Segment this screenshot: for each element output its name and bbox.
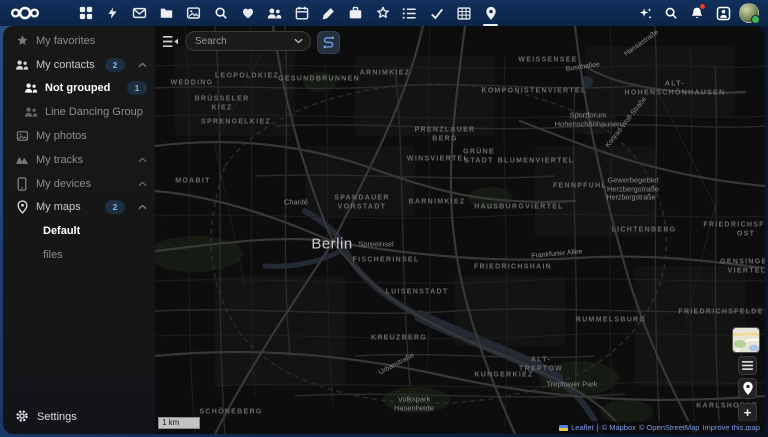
counter-badge: 1 [127,81,147,95]
top-header-bar [0,0,768,26]
search-input[interactable] [193,35,290,48]
tables-icon[interactable] [450,0,477,26]
sidebar-item-label: Not grouped [45,82,110,94]
zoom-in-button[interactable]: + [738,403,757,422]
app-content: My favorites My contacts 2 Not grouped 1… [3,26,765,434]
leaflet-flag-icon [559,425,568,431]
sidebar-item-my-photos[interactable]: My photos [3,124,155,148]
status-online-dot [751,15,760,24]
assistant-sparkles-icon[interactable] [632,0,658,26]
sidebar-item-label: My favorites [36,35,95,47]
chevron-up-icon[interactable] [138,157,147,163]
leaflet-link[interactable]: Leaflet [571,423,594,432]
tasks-check-icon[interactable] [423,0,450,26]
sidebar-item-my-maps[interactable]: My maps 2 [3,196,155,220]
contacts-icon [24,105,38,119]
sidebar-item-my-devices[interactable]: My devices [3,172,155,196]
collectives-icon[interactable] [369,0,396,26]
contacts-app-icon[interactable] [261,0,288,26]
sidebar-item-my-tracks[interactable]: My tracks [3,148,155,172]
sidebar-toggle-icon[interactable] [162,34,180,50]
files-icon[interactable] [153,0,180,26]
osm-link[interactable]: © OpenStreetMap [639,423,700,432]
improve-map-link[interactable]: Improve this map [702,423,760,432]
tracks-icon [15,153,29,167]
map-canvas[interactable]: BerlinWEDDINGLEOPOLDKIEZGESUNDBRUNNENARN… [155,26,765,434]
calendar-icon[interactable] [288,0,315,26]
notifications-bell-icon[interactable] [684,0,710,26]
photos-icon [15,129,29,143]
menu-list-icon [742,361,753,370]
contacts-icon [15,58,29,72]
sidebar-item-label: files [43,249,63,261]
sidebar-item-label: My devices [36,178,91,190]
sidebar-item-my-favorites[interactable]: My favorites [3,29,155,53]
sidebar-item-files-map[interactable]: files [3,243,155,267]
chevron-up-icon[interactable] [138,204,147,210]
heart-icon[interactable] [234,0,261,26]
attribution-separator: | [597,423,599,432]
map-menu-button[interactable] [738,356,757,375]
map-scale-bar: 1 km [158,417,200,429]
chevron-down-icon[interactable] [294,38,303,44]
notification-dot [700,4,705,9]
activity-icon[interactable] [99,0,126,26]
sidebar-item-label: My contacts [36,59,95,71]
header-right-strip [632,0,762,26]
counter-badge: 2 [105,58,125,72]
list-icon[interactable] [396,0,423,26]
maps-icon[interactable] [477,0,504,26]
sidebar-item-label: Line Dancing Group [45,106,143,118]
sidebar-item-not-grouped[interactable]: Not grouped 1 [3,77,155,101]
sidebar-item-line-dancing-group[interactable]: Line Dancing Group [3,100,155,124]
nextcloud-logo[interactable] [10,5,40,21]
contacts-menu-icon[interactable] [710,0,736,26]
notes-icon[interactable] [315,0,342,26]
sidebar-spacer [3,267,155,400]
map-tiles [155,26,765,434]
dashboard-icon[interactable] [72,0,99,26]
sidebar-item-label: My photos [36,130,87,142]
map-search-box [185,31,311,51]
unified-search-icon[interactable] [658,0,684,26]
chevron-up-icon[interactable] [138,181,147,187]
sidebar-item-my-contacts[interactable]: My contacts 2 [3,53,155,77]
mail-icon[interactable] [126,0,153,26]
app-navigation-strip [72,0,504,26]
locate-me-button[interactable] [738,378,757,399]
user-avatar[interactable] [736,0,762,26]
photos-icon[interactable] [180,0,207,26]
settings-label: Settings [37,411,77,423]
maps-sidebar: My favorites My contacts 2 Not grouped 1… [3,26,155,434]
sidebar-item-label: Default [43,225,80,237]
sidebar-item-label: My tracks [36,154,83,166]
sidebar-item-default-map[interactable]: Default [3,219,155,243]
gear-icon [15,409,29,426]
map-attribution: Leaflet | © Mapbox © OpenStreetMap Impro… [553,421,765,434]
search-app-icon[interactable] [207,0,234,26]
settings-button[interactable]: Settings [3,400,155,434]
map-pin-icon [15,200,29,214]
sidebar-item-label: My maps [36,201,81,213]
routing-button[interactable] [317,31,340,54]
locate-pin-icon [742,381,754,396]
counter-badge: 2 [105,200,125,214]
devices-icon [15,177,29,191]
chevron-up-icon[interactable] [138,62,147,68]
star-icon [15,34,29,48]
layers-control-thumbnail[interactable] [732,327,760,353]
contacts-icon [24,81,38,95]
route-icon [322,36,336,50]
deck-icon[interactable] [342,0,369,26]
mapbox-link[interactable]: © Mapbox [602,423,636,432]
